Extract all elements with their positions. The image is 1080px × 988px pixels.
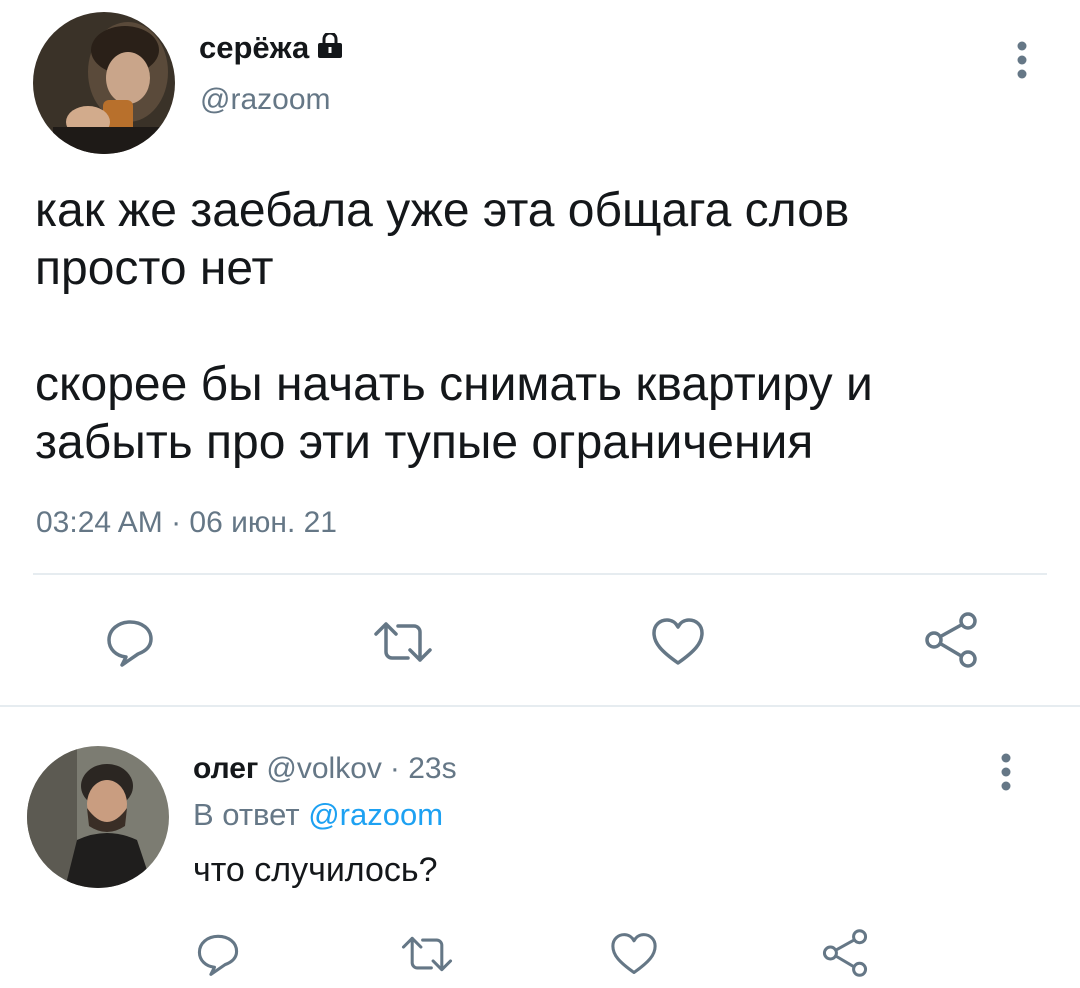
divider — [33, 573, 1047, 575]
author-handle[interactable]: @razoom — [200, 83, 331, 117]
reply-to-label: В ответ — [193, 797, 300, 832]
reply-author-handle[interactable]: @volkov — [266, 752, 382, 786]
reply-more-options-icon[interactable] — [992, 750, 1020, 794]
reply-author-avatar[interactable] — [27, 746, 169, 888]
tweet-text-line: просто нет — [35, 242, 274, 295]
author-name-row: серёжа — [199, 30, 344, 66]
reply-icon[interactable] — [100, 612, 160, 672]
reply-reply-icon[interactable] — [192, 928, 244, 980]
share-icon[interactable] — [920, 610, 982, 670]
more-options-icon[interactable] — [1008, 38, 1036, 82]
reply-retweet-icon[interactable] — [398, 928, 456, 980]
retweet-icon[interactable] — [370, 612, 436, 672]
reply-to-line: В ответ @razoom — [193, 797, 443, 833]
reply-author-name[interactable]: олег — [193, 752, 258, 786]
reply-to-handle[interactable]: @razoom — [308, 797, 443, 832]
tweet-timestamp[interactable]: 03:24 AM · 06 июн. 21 — [36, 506, 337, 540]
reply-like-icon[interactable] — [608, 928, 660, 980]
tweet-text-line: скорее бы начать снимать квартиру и — [35, 358, 873, 411]
reply-time: · 23s — [389, 752, 457, 785]
reply-header: олег @volkov · 23s — [193, 752, 457, 786]
reply-text: что случилось? — [193, 851, 438, 889]
reply-share-icon[interactable] — [818, 926, 872, 980]
tweet-text: как же заебала уже эта общага слов прост… — [35, 182, 873, 472]
section-divider — [0, 705, 1080, 707]
like-icon[interactable] — [648, 612, 708, 672]
tweet-text-line: как же заебала уже эта общага слов — [35, 184, 850, 237]
lock-icon — [316, 31, 344, 64]
author-name[interactable]: серёжа — [199, 30, 309, 66]
author-avatar[interactable] — [33, 12, 175, 154]
tweet-text-line: забыть про эти тупые ограничения — [35, 416, 814, 469]
